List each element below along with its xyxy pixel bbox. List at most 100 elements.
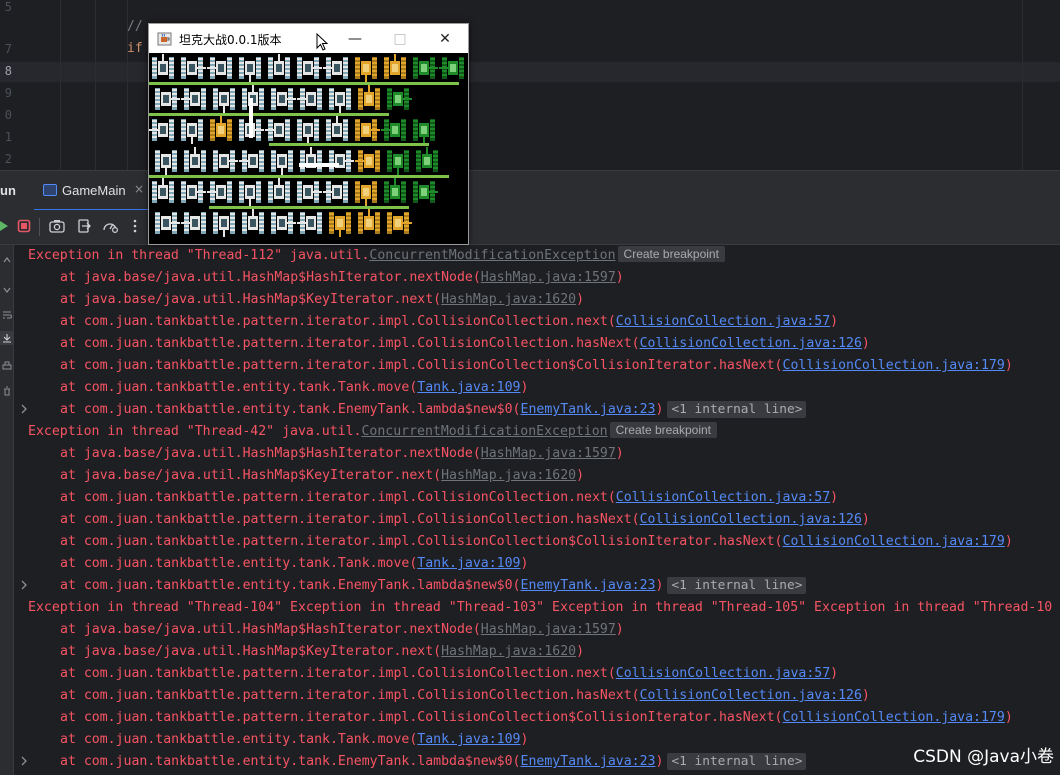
scroll-to-end-icon[interactable] (2, 333, 12, 343)
internal-lines-fold[interactable]: <1 internal line> (667, 753, 807, 770)
game-canvas[interactable] (149, 53, 468, 244)
stack-frame-line: at com.juan.tankbattle.pattern.iterator.… (60, 311, 838, 333)
exception-class-link[interactable]: ConcurrentModificationException (361, 424, 607, 439)
exception-text: Exception in thread "Thread-104" Excepti… (28, 600, 1053, 615)
source-link[interactable]: HashMap.java:1620 (441, 644, 576, 659)
frame-suffix: ) (576, 468, 585, 483)
more-icon[interactable] (127, 218, 143, 234)
exception-text: Exception in thread "Thread-42" java.uti… (28, 424, 362, 439)
source-link[interactable]: EnemyTank.java:23 (521, 754, 656, 769)
toolbar-separator (39, 218, 40, 236)
internal-lines-fold[interactable]: <1 internal line> (667, 401, 807, 418)
frame-text: at com.juan.tankbattle.pattern.iterator.… (60, 490, 616, 505)
tab-gamemain[interactable]: GameMain × (34, 171, 154, 211)
stack-frame-line: at java.base/java.util.HashMap$HashItera… (60, 267, 624, 289)
source-link[interactable]: Tank.java:109 (417, 732, 520, 747)
game-window[interactable]: 坦克大战0.0.1版本 — □ ✕ (148, 23, 469, 245)
source-link[interactable]: HashMap.java:1597 (481, 622, 616, 637)
wrap-icon[interactable] (2, 310, 12, 320)
stack-frame-line: at com.juan.tankbattle.entity.tank.Tank.… (60, 729, 528, 751)
application-icon (43, 184, 57, 196)
source-link[interactable]: CollisionCollection.java:179 (783, 358, 1005, 373)
stack-frame-line: at java.base/java.util.HashMap$HashItera… (60, 619, 624, 641)
internal-lines-fold[interactable]: <1 internal line> (667, 577, 807, 594)
maximize-button[interactable]: □ (377, 24, 423, 53)
arrow-down-icon[interactable] (2, 285, 12, 295)
source-link[interactable]: HashMap.java:1620 (441, 468, 576, 483)
frame-text: at java.base/java.util.HashMap$HashItera… (60, 270, 481, 285)
source-link[interactable]: CollisionCollection.java:126 (640, 512, 862, 527)
source-link[interactable]: Tank.java:109 (417, 556, 520, 571)
frame-text: at java.base/java.util.HashMap$HashItera… (60, 446, 481, 461)
console-output[interactable]: Exception in thread "Thread-112" java.ut… (14, 245, 1060, 775)
arrow-up-icon[interactable] (2, 255, 12, 265)
frame-text: at com.juan.tankbattle.entity.tank.Tank.… (60, 380, 418, 395)
frame-text: at com.juan.tankbattle.pattern.iterator.… (60, 534, 783, 549)
print-icon[interactable] (2, 361, 12, 371)
trash-icon[interactable] (2, 386, 12, 396)
expand-chevron-icon[interactable] (20, 580, 28, 593)
frame-suffix: ) (576, 644, 585, 659)
line-number: 7 (4, 42, 12, 56)
line-number: 0 (4, 108, 12, 122)
stack-frame-line: at com.juan.tankbattle.pattern.iterator.… (60, 685, 870, 707)
frame-text: at com.juan.tankbattle.entity.tank.Enemy… (60, 402, 521, 417)
source-link[interactable]: HashMap.java:1597 (481, 270, 616, 285)
game-window-title: 坦克大战0.0.1版本 (179, 33, 282, 47)
game-window-titlebar[interactable]: 坦克大战0.0.1版本 — □ ✕ (149, 24, 468, 53)
stack-frame-line: at java.base/java.util.HashMap$KeyIterat… (60, 641, 584, 663)
frame-text: at com.juan.tankbattle.entity.tank.Enemy… (60, 578, 521, 593)
line-number: 9 (4, 86, 12, 100)
stack-frame-line: at com.juan.tankbattle.entity.tank.Enemy… (60, 751, 807, 773)
mouse-cursor-icon (316, 33, 328, 51)
exception-line: Exception in thread "Thread-42" java.uti… (28, 421, 717, 443)
frame-suffix: ) (830, 666, 839, 681)
frame-suffix: ) (1004, 534, 1013, 549)
expand-chevron-icon[interactable] (20, 756, 28, 769)
frame-suffix: ) (1004, 358, 1013, 373)
code-keyword-if: if (127, 41, 143, 56)
source-link[interactable]: CollisionCollection.java:179 (783, 710, 1005, 725)
source-link[interactable]: CollisionCollection.java:57 (616, 490, 830, 505)
create-breakpoint-button[interactable]: Create breakpoint (609, 422, 717, 438)
stack-frame-line: at com.juan.tankbattle.pattern.iterator.… (60, 707, 1013, 729)
frame-suffix: ) (576, 292, 585, 307)
profiler-icon[interactable] (102, 218, 118, 234)
source-link[interactable]: CollisionCollection.java:57 (616, 314, 830, 329)
close-icon[interactable]: × (134, 182, 144, 196)
indent-guide (60, 0, 61, 170)
frame-text: at com.juan.tankbattle.pattern.iterator.… (60, 336, 640, 351)
camera-icon[interactable] (49, 218, 65, 234)
stop-icon[interactable] (16, 218, 32, 234)
source-link[interactable]: CollisionCollection.java:126 (640, 336, 862, 351)
tab-label: GameMain (62, 183, 126, 198)
frame-suffix: ) (520, 380, 529, 395)
exception-line: Exception in thread "Thread-112" java.ut… (28, 245, 725, 267)
rerun-icon[interactable] (0, 218, 12, 234)
exception-class-link[interactable]: ConcurrentModificationException (369, 248, 615, 263)
frame-text: at com.juan.tankbattle.entity.tank.Enemy… (60, 754, 521, 769)
source-link[interactable]: HashMap.java:1597 (481, 446, 616, 461)
stack-frame-line: at com.juan.tankbattle.pattern.iterator.… (60, 355, 1013, 377)
minimize-button[interactable]: — (332, 24, 378, 53)
stack-frame-line: at com.juan.tankbattle.pattern.iterator.… (60, 487, 838, 509)
expand-chevron-icon[interactable] (20, 404, 28, 417)
source-link[interactable]: CollisionCollection.java:179 (783, 534, 1005, 549)
source-link[interactable]: CollisionCollection.java:126 (640, 688, 862, 703)
stack-frame-line: at com.juan.tankbattle.pattern.iterator.… (60, 333, 870, 355)
run-panel-label: un (0, 183, 16, 198)
frame-text: at com.juan.tankbattle.pattern.iterator.… (60, 666, 616, 681)
source-link[interactable]: Tank.java:109 (417, 380, 520, 395)
frame-text: at com.juan.tankbattle.pattern.iterator.… (60, 314, 616, 329)
exit-icon[interactable] (76, 218, 92, 234)
source-link[interactable]: HashMap.java:1620 (441, 292, 576, 307)
source-link[interactable]: EnemyTank.java:23 (521, 578, 656, 593)
source-link[interactable]: EnemyTank.java:23 (521, 402, 656, 417)
close-button[interactable]: ✕ (422, 24, 468, 53)
frame-text: at java.base/java.util.HashMap$HashItera… (60, 622, 481, 637)
stack-frame-line: at java.base/java.util.HashMap$KeyIterat… (60, 465, 584, 487)
create-breakpoint-button[interactable]: Create breakpoint (617, 246, 725, 262)
right-margin-guide (1022, 0, 1023, 170)
source-link[interactable]: CollisionCollection.java:57 (616, 666, 830, 681)
frame-text: at com.juan.tankbattle.pattern.iterator.… (60, 688, 640, 703)
